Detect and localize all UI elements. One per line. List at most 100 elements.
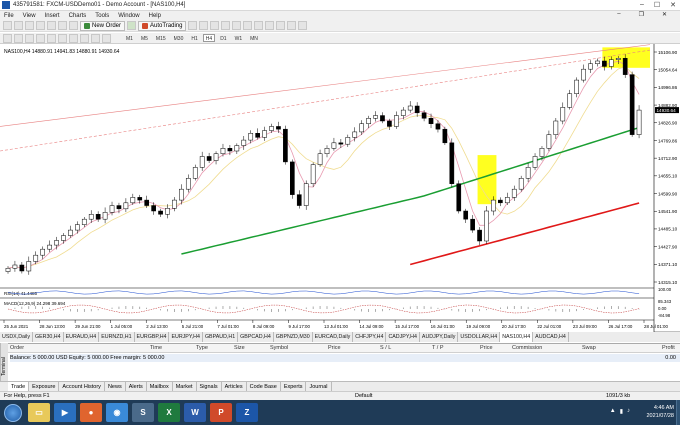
horizontal-line-icon[interactable]	[36, 33, 45, 43]
tray-arrow-icon[interactable]: ▲	[610, 408, 616, 415]
terminal-column-2[interactable]: Type	[196, 345, 208, 351]
symbol-tab-9[interactable]: EURCAD,Daily	[313, 332, 354, 342]
terminal-column-4[interactable]: Symbol	[270, 345, 288, 351]
terminal-tab-5[interactable]: Mailbox	[147, 381, 173, 392]
symbol-tab-4[interactable]: EURGBP,H4	[135, 332, 170, 342]
metatrader-icon[interactable]: Z	[236, 403, 258, 422]
timeframe-m5[interactable]: M5	[138, 34, 151, 42]
terminal-tab-10[interactable]: Experts	[281, 381, 307, 392]
menu-charts[interactable]: Charts	[69, 13, 87, 19]
arrows-icon[interactable]	[102, 33, 111, 43]
label-icon[interactable]	[91, 33, 100, 43]
terminal-tab-4[interactable]: Alerts	[126, 381, 147, 392]
symbol-tab-7[interactable]: GBPCAD,H4	[238, 332, 274, 342]
data-window-icon[interactable]	[36, 21, 45, 30]
terminal-tab-3[interactable]: News	[105, 381, 126, 392]
timeframe-m15[interactable]: M15	[153, 34, 169, 42]
media-player-icon[interactable]: ▶	[54, 403, 76, 422]
market-watch-icon[interactable]	[25, 21, 34, 30]
menu-tools[interactable]: Tools	[95, 13, 109, 19]
maximize-icon[interactable]: ☐	[654, 1, 660, 9]
timeframe-m30[interactable]: M30	[171, 34, 187, 42]
symbol-tab-0[interactable]: USDX,Daily	[0, 332, 33, 342]
symbol-tab-3[interactable]: EURNZD,H1	[99, 332, 135, 342]
new-chart-icon[interactable]	[3, 21, 12, 30]
child-minimize-icon[interactable]: –	[617, 11, 620, 18]
explorer-icon[interactable]: ▭	[28, 403, 50, 422]
word-icon[interactable]: W	[184, 403, 206, 422]
show-desktop-button[interactable]	[676, 400, 680, 425]
chart-window[interactable]: NAS100,H4 14880.91 14941.83 14880.91 149…	[0, 44, 680, 332]
periods-icon[interactable]	[287, 21, 297, 30]
bar-chart-icon[interactable]	[188, 21, 198, 30]
tile-windows-icon[interactable]	[243, 21, 253, 30]
timeframe-mn[interactable]: MN	[247, 34, 261, 42]
symbol-tab-12[interactable]: AUDJPY,Daily	[420, 332, 459, 342]
timeframe-d1[interactable]: D1	[217, 34, 229, 42]
terminal-tab-8[interactable]: Articles	[222, 381, 247, 392]
vertical-line-icon[interactable]	[25, 33, 34, 43]
chrome-icon[interactable]: ◉	[106, 403, 128, 422]
timeframe-h1[interactable]: H1	[188, 34, 200, 42]
channel-icon[interactable]	[58, 33, 67, 43]
child-restore-icon[interactable]: ❐	[639, 11, 644, 18]
excel-icon[interactable]: X	[158, 403, 180, 422]
text-icon[interactable]	[80, 33, 89, 43]
terminal-column-3[interactable]: Size	[234, 345, 245, 351]
terminal-column-6[interactable]: S / L	[380, 345, 391, 351]
tray-volume-icon[interactable]: ♪	[627, 408, 630, 415]
symbol-tab-15[interactable]: AUDCAD,H4	[533, 332, 569, 342]
terminal-tab-11[interactable]: Journal	[306, 381, 332, 392]
terminal-column-1[interactable]: Time	[150, 345, 162, 351]
terminal-tab-1[interactable]: Exposure	[29, 381, 60, 392]
start-button[interactable]	[4, 403, 22, 422]
terminal-tab-2[interactable]: Account History	[59, 381, 105, 392]
terminal-tab-7[interactable]: Signals	[197, 381, 222, 392]
templates-icon[interactable]	[298, 21, 308, 30]
terminal-tab-6[interactable]: Market	[173, 381, 197, 392]
symbol-tab-2[interactable]: EURAUD,H4	[64, 332, 100, 342]
balance-row[interactable]: Balance: 5 000.00 USD Equity: 5 000.00 F…	[10, 354, 680, 362]
timeframe-w1[interactable]: W1	[232, 34, 246, 42]
terminal-column-8[interactable]: Price	[480, 345, 493, 351]
menu-insert[interactable]: Insert	[45, 13, 60, 19]
terminal-column-9[interactable]: Commission	[512, 345, 542, 351]
symbol-tab-14[interactable]: NAS100,H4	[500, 332, 534, 342]
menu-file[interactable]: File	[4, 13, 14, 19]
tray-clock[interactable]: 4:46 AM 2021/07/28	[646, 404, 674, 420]
chart-shift-icon[interactable]	[265, 21, 275, 30]
indicators-icon[interactable]	[276, 21, 286, 30]
menu-help[interactable]: Help	[149, 13, 161, 19]
crosshair-icon[interactable]	[14, 33, 23, 43]
terminal-column-5[interactable]: Price	[328, 345, 341, 351]
tester-icon[interactable]	[69, 21, 78, 30]
skype-icon[interactable]: S	[132, 403, 154, 422]
terminal-column-7[interactable]: T / P	[432, 345, 444, 351]
terminal-column-10[interactable]: Swap	[582, 345, 596, 351]
symbol-tab-13[interactable]: USDOLLAR,H4	[458, 332, 501, 342]
symbol-tab-6[interactable]: GBPAUD,H1	[203, 332, 239, 342]
new-order-button[interactable]: New Order	[80, 20, 126, 31]
symbol-tab-10[interactable]: CHFJPY,H4	[353, 332, 387, 342]
menu-window[interactable]: Window	[118, 13, 139, 19]
symbol-tab-11[interactable]: CADJPY,H4	[386, 332, 420, 342]
profiles-icon[interactable]	[14, 21, 23, 30]
terminal-column-11[interactable]: Profit	[662, 345, 675, 351]
price-chart[interactable]: NAS100,H4 14880.91 14941.83 14880.91 149…	[0, 44, 680, 332]
fibonacci-icon[interactable]	[69, 33, 78, 43]
zoom-out-icon[interactable]	[232, 21, 242, 30]
zoom-in-icon[interactable]	[221, 21, 231, 30]
timeframe-m1[interactable]: M1	[123, 34, 136, 42]
trendline-icon[interactable]	[47, 33, 56, 43]
symbol-tab-1[interactable]: GER30,H4	[33, 332, 64, 342]
timeframe-h4[interactable]: H4	[202, 34, 216, 42]
navigator-icon[interactable]	[47, 21, 56, 30]
close-icon[interactable]: ✕	[670, 1, 676, 9]
symbol-tab-5[interactable]: EURJPY,H4	[169, 332, 203, 342]
autoscroll-icon[interactable]	[254, 21, 264, 30]
firefox-icon[interactable]: ●	[80, 403, 102, 422]
minimize-icon[interactable]: –	[640, 1, 644, 9]
menu-view[interactable]: View	[23, 13, 36, 19]
autotrading-button[interactable]: AutoTrading	[138, 20, 187, 31]
child-close-icon[interactable]: ✕	[662, 11, 667, 18]
